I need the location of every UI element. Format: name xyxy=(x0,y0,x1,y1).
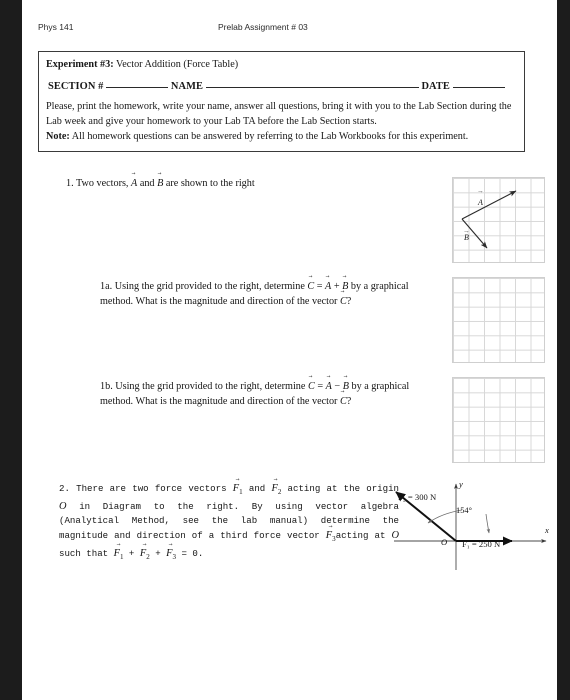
date-label: DATE xyxy=(421,80,450,92)
vector-a-symbol: A xyxy=(131,176,137,191)
question-2-text-3: acting at the origin xyxy=(281,483,399,494)
instructions-text: Please, print the homework, write your n… xyxy=(46,100,512,127)
question-1: 1. Two vectors, A and B are shown to the… xyxy=(66,176,436,191)
force-f1-symbol: F1 xyxy=(233,482,243,500)
question-2-text-1: There are two force vectors xyxy=(69,483,233,494)
note-paragraph: Note: All homework questions can be answ… xyxy=(46,129,517,144)
vector-c-symbol: C xyxy=(308,379,315,394)
question-2-text-6: such that xyxy=(59,547,114,559)
question-1b-text-c: ? xyxy=(346,396,352,407)
vector-a-symbol: A xyxy=(325,279,331,294)
date-blank-line[interactable] xyxy=(452,78,505,88)
experiment-heading: Experiment #3: Vector Addition (Force Ta… xyxy=(46,57,517,73)
origin-symbol: O xyxy=(59,500,67,512)
vector-a-arrow-accent: → xyxy=(477,190,484,194)
y-axis-label: y xyxy=(459,479,463,489)
question-1-text-b: and xyxy=(137,178,158,189)
name-label: NAME xyxy=(170,80,204,92)
assignment-title: Prelab Assignment # 03 xyxy=(218,22,308,32)
section-blank-line[interactable] xyxy=(106,78,169,88)
equation-end: = 0. xyxy=(176,547,204,559)
vector-grid-question-1: A → B → xyxy=(452,177,545,263)
force-f1-label: F₁ = 250 N xyxy=(462,539,501,549)
origin-label: O xyxy=(441,537,448,547)
question-2-text-5: acting at xyxy=(335,529,392,541)
experiment-label: Experiment #3: xyxy=(46,59,114,70)
equation-plus-2: + xyxy=(149,547,167,559)
force-diagram: F₂ = 300 N F₁ = 250 N 154° O x y xyxy=(394,478,554,570)
question-1a: 1a. Using the grid provided to the right… xyxy=(100,279,440,309)
question-1-text-c: are shown to the right xyxy=(163,178,255,189)
note-text: All homework questions can be answered b… xyxy=(69,131,469,143)
x-axis-label: x xyxy=(545,525,549,535)
question-1b-text-a: Using the grid provided to the right, de… xyxy=(112,381,308,392)
vector-a-arrow xyxy=(461,190,517,220)
angle-reference-leader xyxy=(485,513,491,534)
question-1a-equals: = xyxy=(314,281,326,292)
vector-a-symbol: A xyxy=(326,379,332,394)
vector-a-grid-label: A xyxy=(477,198,483,207)
vector-c-symbol: C xyxy=(340,394,347,409)
vector-c-symbol: C xyxy=(340,294,347,309)
question-1b-number: 1b. xyxy=(100,381,113,392)
equation-force-f2: F2 xyxy=(140,547,150,565)
vector-b-symbol: B xyxy=(157,176,163,191)
question-1a-text-a: Using the grid provided to the right, de… xyxy=(112,281,308,292)
question-2: 2. There are two force vectors F1 and F2… xyxy=(59,482,399,564)
question-2-text-2: and xyxy=(242,483,272,494)
question-1-number: 1. xyxy=(66,178,74,189)
vector-b-arrow-accent: → xyxy=(463,230,470,234)
force-f2-label: F₂ = 300 N xyxy=(398,492,437,502)
document-page: Phys 141 Prelab Assignment # 03 Experime… xyxy=(22,0,557,700)
angle-label: 154° xyxy=(456,506,472,515)
experiment-title: Vector Addition (Force Table) xyxy=(113,59,239,70)
note-label: Note: xyxy=(46,131,70,143)
vector-grid-question-1a[interactable] xyxy=(452,277,545,363)
course-label: Phys 141 xyxy=(38,22,74,32)
section-name-date-row: SECTION # NAME DATE xyxy=(48,78,517,92)
question-1a-text-c: ? xyxy=(346,296,352,307)
question-1b-equals: = xyxy=(314,381,326,392)
equation-force-f1: F1 xyxy=(114,547,124,565)
running-head: Phys 141 Prelab Assignment # 03 xyxy=(38,22,543,38)
vector-grid-question-1b[interactable] xyxy=(452,377,545,463)
force-f3-symbol: F3 xyxy=(326,529,336,547)
vector-b-grid-label: B xyxy=(464,233,469,242)
question-1-text-a: Two vectors, xyxy=(73,178,132,189)
vectors-ab-drawing: A → B → xyxy=(461,190,517,249)
force-f2-symbol: F2 xyxy=(271,482,281,500)
vector-c-symbol: C xyxy=(307,279,314,294)
question-2-number: 2. xyxy=(59,483,70,494)
equation-force-f3: F3 xyxy=(166,547,176,565)
name-blank-line[interactable] xyxy=(205,78,419,88)
header-info-box: Experiment #3: Vector Addition (Force Ta… xyxy=(38,51,525,152)
question-1b: 1b. Using the grid provided to the right… xyxy=(100,379,440,409)
question-1a-number: 1a. xyxy=(100,281,113,292)
section-label: SECTION # xyxy=(48,80,104,92)
equation-plus-1: + xyxy=(123,547,140,559)
